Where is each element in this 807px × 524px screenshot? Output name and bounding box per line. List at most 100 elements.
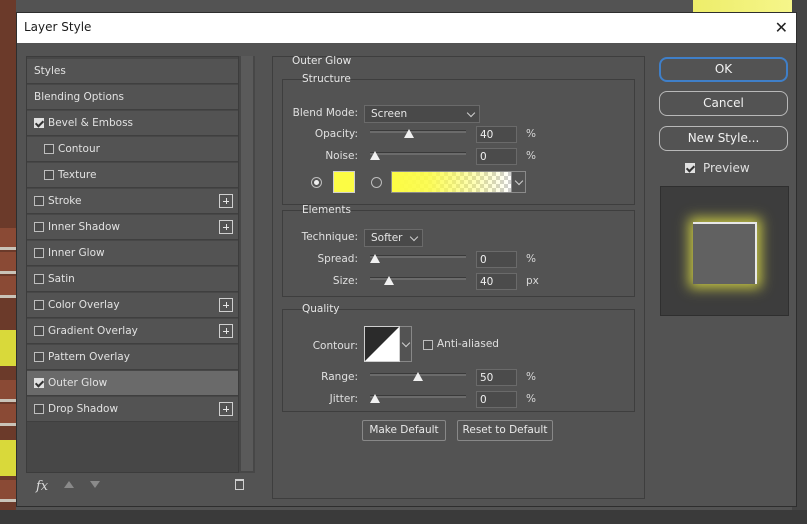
brick — [0, 252, 16, 274]
anti-aliased-checkbox[interactable] — [423, 340, 433, 350]
slider-track — [370, 255, 466, 258]
slider-knob[interactable] — [413, 372, 423, 381]
style-checkbox[interactable] — [34, 274, 44, 284]
style-checkbox[interactable] — [34, 404, 44, 414]
style-item[interactable]: Pattern Overlay — [27, 345, 238, 370]
opacity-input[interactable]: 40 — [476, 126, 517, 143]
style-item[interactable]: Bevel & Emboss — [27, 111, 238, 136]
style-checkbox[interactable] — [34, 378, 44, 388]
jitter-input[interactable]: 0 — [476, 391, 517, 408]
noise-slider[interactable] — [370, 149, 466, 160]
style-item-label: Inner Shadow — [48, 221, 120, 233]
contour-picker[interactable] — [364, 326, 400, 362]
style-item[interactable]: Stroke — [27, 189, 238, 214]
range-label: Range: — [321, 371, 358, 383]
style-checkbox[interactable] — [34, 118, 44, 128]
style-item-label: Pattern Overlay — [48, 351, 130, 363]
cancel-button[interactable]: Cancel — [659, 91, 788, 116]
size-slider[interactable] — [370, 274, 466, 285]
opacity-slider[interactable] — [370, 127, 466, 138]
size-input[interactable]: 40 — [476, 273, 517, 290]
opacity-unit: % — [526, 128, 536, 140]
style-item[interactable]: Blending Options — [27, 85, 238, 110]
dialog-title: Layer Style — [24, 20, 92, 34]
gradient-dropdown[interactable] — [512, 171, 526, 193]
solid-color-radio[interactable] — [311, 177, 322, 188]
jitter-slider[interactable] — [370, 392, 466, 403]
slider-knob[interactable] — [370, 254, 380, 263]
styles-list-scrollbar[interactable] — [239, 56, 255, 473]
spread-slider[interactable] — [370, 252, 466, 263]
reset-default-button[interactable]: Reset to Default — [457, 420, 553, 441]
new-style-button[interactable]: New Style... — [659, 126, 788, 151]
technique-select[interactable]: Softer — [364, 229, 423, 247]
preview-checkbox[interactable] — [685, 163, 695, 173]
technique-label: Technique: — [301, 231, 358, 243]
slider-knob[interactable] — [404, 129, 415, 138]
style-checkbox[interactable] — [34, 300, 44, 310]
add-style-icon[interactable] — [219, 194, 233, 208]
move-down-icon[interactable] — [90, 481, 100, 488]
add-style-icon[interactable] — [219, 324, 233, 338]
style-item[interactable]: Texture — [27, 163, 238, 188]
slider-knob[interactable] — [370, 394, 380, 403]
style-item[interactable]: Color Overlay — [27, 293, 238, 318]
style-item[interactable]: Inner Shadow — [27, 215, 238, 240]
style-item-label: Satin — [48, 273, 75, 285]
style-checkbox[interactable] — [34, 248, 44, 258]
noise-input[interactable]: 0 — [476, 148, 517, 165]
style-checkbox[interactable] — [44, 170, 54, 180]
move-up-icon[interactable] — [64, 481, 74, 488]
contour-dropdown[interactable] — [400, 326, 412, 362]
range-input[interactable]: 50 — [476, 369, 517, 386]
make-default-button[interactable]: Make Default — [362, 420, 446, 441]
style-checkbox[interactable] — [34, 326, 44, 336]
quality-group: Quality Contour: Anti-aliased Range: 50 … — [282, 303, 635, 412]
trash-icon[interactable] — [235, 479, 244, 490]
chevron-down-icon — [409, 232, 419, 242]
noise-unit: % — [526, 150, 536, 162]
yellow-stripe — [0, 330, 16, 366]
contour-label: Contour: — [312, 340, 358, 352]
spread-input[interactable]: 0 — [476, 251, 517, 268]
opacity-label: Opacity: — [314, 128, 358, 140]
style-item-label: Outer Glow — [48, 377, 108, 389]
technique-value: Softer — [371, 232, 403, 244]
gradient-radio[interactable] — [371, 177, 382, 188]
glow-gradient-picker[interactable] — [391, 171, 512, 193]
elements-title: Elements — [302, 204, 351, 216]
style-checkbox[interactable] — [34, 196, 44, 206]
style-item[interactable]: Contour — [27, 137, 238, 162]
styles-footer: fx — [26, 475, 256, 499]
ok-button[interactable]: OK — [659, 57, 788, 82]
add-style-icon[interactable] — [219, 298, 233, 312]
range-slider[interactable] — [370, 370, 466, 381]
noise-label: Noise: — [325, 150, 358, 162]
style-preview — [660, 186, 789, 316]
size-label: Size: — [332, 275, 358, 287]
style-item[interactable]: Outer Glow — [27, 371, 238, 396]
style-item[interactable]: Drop Shadow — [27, 397, 238, 422]
style-item[interactable]: Styles — [27, 59, 238, 84]
glow-color-swatch[interactable] — [333, 171, 355, 193]
chevron-down-icon — [401, 338, 411, 348]
style-checkbox[interactable] — [34, 222, 44, 232]
structure-group: Structure Blend Mode: Screen Opacity: 40… — [282, 73, 635, 205]
slider-knob[interactable] — [370, 151, 380, 160]
style-item[interactable]: Inner Glow — [27, 241, 238, 266]
spread-unit: % — [526, 253, 536, 265]
slider-knob[interactable] — [383, 276, 394, 285]
background-canvas-edge — [693, 0, 807, 12]
style-item-label: Blending Options — [34, 91, 124, 103]
style-checkbox[interactable] — [44, 144, 54, 154]
style-item[interactable]: Satin — [27, 267, 238, 292]
fx-icon[interactable]: fx — [36, 479, 48, 494]
close-icon[interactable]: ✕ — [775, 18, 788, 37]
add-style-icon[interactable] — [219, 220, 233, 234]
style-item[interactable]: Gradient Overlay — [27, 319, 238, 344]
add-style-icon[interactable] — [219, 402, 233, 416]
preview-label: Preview — [703, 161, 750, 175]
scrollbar-thumb[interactable] — [241, 56, 253, 471]
style-checkbox[interactable] — [34, 352, 44, 362]
blend-mode-select[interactable]: Screen — [364, 105, 480, 123]
